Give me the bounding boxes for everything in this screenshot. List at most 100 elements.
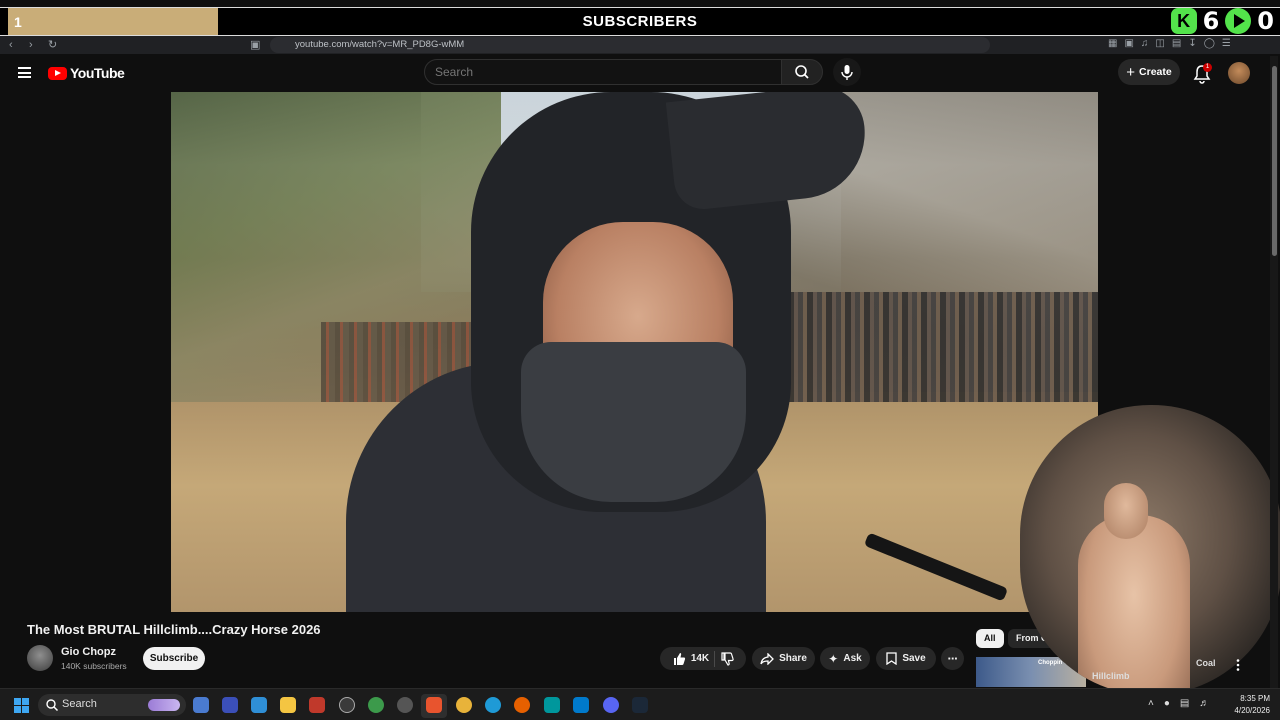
overlay-counters: K 6 0 <box>1170 5 1274 37</box>
chip-all[interactable]: All <box>976 629 1004 648</box>
arduino-icon[interactable] <box>544 697 560 713</box>
taskbar-search-icon <box>46 699 59 712</box>
download-icon[interactable]: ↧ <box>1188 38 1196 49</box>
save-label: Save <box>902 653 926 664</box>
page-scrollbar-thumb[interactable] <box>1272 66 1277 256</box>
overlay-goal-badge: 1 <box>8 8 218 35</box>
share-button[interactable]: Share <box>752 647 815 670</box>
taskbar-app-icon-7[interactable] <box>368 697 384 713</box>
clock-time: 8:35 PM <box>1240 694 1270 703</box>
bookmark-icon[interactable]: ▣ <box>250 36 260 54</box>
address-bar[interactable]: youtube.com/watch?v=MR_PD8G-wMM <box>270 37 990 53</box>
brave-browser-icon[interactable] <box>426 697 442 713</box>
tray-volume-icon[interactable]: ♬ <box>1199 698 1209 709</box>
bookmark-save-icon <box>886 652 897 665</box>
search-icon <box>795 65 809 79</box>
steam-icon[interactable] <box>632 697 648 713</box>
share-label: Share <box>779 653 807 664</box>
browser-toolbar: ‹ › ↻ ▣ youtube.com/watch?v=MR_PD8G-wMM … <box>0 36 1280 54</box>
firefox-icon[interactable] <box>514 697 530 713</box>
chrome-icon[interactable] <box>456 697 472 713</box>
search-box <box>424 59 782 85</box>
taskbar-search[interactable]: Search <box>38 694 186 716</box>
webcam-person-body <box>1078 515 1190 695</box>
like-count[interactable]: 14K <box>691 653 709 664</box>
overlay-counter-a: 6 <box>1202 7 1220 35</box>
video-title: The Most BRUTAL Hillclimb....Crazy Horse… <box>27 622 321 637</box>
recommended-video-title[interactable]: Hillclimb <box>1092 671 1130 681</box>
extension-icons: ▦ ▣ ♫ ◫ ▤ ↧ ◯ ☰ <box>1108 38 1231 49</box>
channel-name[interactable]: Gio Chopz <box>61 646 116 658</box>
hamburger-menu-icon[interactable] <box>18 67 31 78</box>
wallet-icon[interactable]: ▤ <box>1172 38 1181 49</box>
youtube-header: YouTube + Create <box>0 54 1280 92</box>
search-button[interactable] <box>781 59 823 85</box>
like-dislike-group: 14K <box>660 647 746 670</box>
kick-icon: K <box>1170 8 1197 34</box>
tray-chevron-up-icon[interactable]: ˄ <box>1148 698 1154 709</box>
more-actions-button[interactable]: ··· <box>941 647 964 670</box>
vscode-icon[interactable] <box>573 697 589 713</box>
windows-taskbar: Search ˄ ● ▤ ♬ 8:35 PM 4/20/2026 <box>0 688 1280 720</box>
create-button[interactable]: + Create <box>1118 59 1180 85</box>
file-explorer-icon[interactable] <box>280 697 296 713</box>
sidebar-icon[interactable]: ◫ <box>1155 38 1164 49</box>
youtube-logo-text: YouTube <box>70 65 125 81</box>
clock-app-icon[interactable] <box>339 697 355 713</box>
video-helmet-chin-guard <box>521 342 746 502</box>
screenshot-icon[interactable]: ▣ <box>1124 38 1133 49</box>
webcam-person-head <box>1104 483 1148 539</box>
taskbar-app-icon-2[interactable] <box>222 697 238 713</box>
back-icon[interactable]: ‹ <box>9 36 13 54</box>
overlay-goal-count: 1 <box>14 14 22 30</box>
share-icon <box>760 652 775 665</box>
taskbar-app-icon-1[interactable] <box>193 697 209 713</box>
discord-icon[interactable] <box>603 697 619 713</box>
stream-overlay-bar: 1 SUBSCRIBERS K 6 0 <box>0 7 1280 36</box>
forward-icon[interactable]: › <box>29 36 33 54</box>
save-button[interactable]: Save <box>876 647 936 670</box>
user-avatar[interactable] <box>1228 62 1250 84</box>
shield-icon[interactable]: ◯ <box>1204 38 1215 49</box>
microphone-icon <box>841 65 853 80</box>
puzzle-icon[interactable]: ▦ <box>1108 38 1117 49</box>
youtube-logo[interactable]: YouTube <box>48 65 125 81</box>
like-divider <box>714 650 716 667</box>
ask-label: Ask <box>843 653 862 664</box>
system-tray: ˄ ● ▤ ♬ <box>1148 698 1209 709</box>
notification-badge: 1 <box>1203 63 1212 72</box>
search-input[interactable] <box>435 65 765 79</box>
play-icon <box>1225 8 1252 34</box>
voice-search-button[interactable] <box>833 58 861 86</box>
thumbs-down-icon[interactable] <box>720 651 734 666</box>
overlay-title: SUBSCRIBERS <box>582 13 698 30</box>
thumbs-up-icon[interactable] <box>672 652 686 666</box>
taskbar-search-label: Search <box>62 698 97 710</box>
edge-icon[interactable] <box>485 697 501 713</box>
channel-avatar[interactable] <box>27 645 53 671</box>
reload-icon[interactable]: ↻ <box>48 36 57 54</box>
sparkle-icon: ✦ <box>828 651 839 666</box>
screen: 1 SUBSCRIBERS K 6 0 ‹ › ↻ ▣ youtube.com/… <box>0 0 1280 720</box>
clock-date: 4/20/2026 <box>1234 706 1270 715</box>
overlay-counter-b: 0 <box>1257 7 1274 35</box>
streamer-webcam-overlay <box>1020 405 1280 695</box>
url-text: youtube.com/watch?v=MR_PD8G-wMM <box>295 39 465 50</box>
youtube-play-icon <box>48 66 67 80</box>
music-icon[interactable]: ♫ <box>1141 38 1149 49</box>
recommended-video-title-end[interactable]: Coal <box>1196 658 1216 668</box>
kebab-menu-icon[interactable] <box>1233 658 1243 672</box>
taskbar-clock[interactable]: 8:35 PM 4/20/2026 <box>1226 693 1270 717</box>
video-player[interactable] <box>171 92 1098 612</box>
browser-menu-icon[interactable]: ☰ <box>1222 38 1231 49</box>
ask-button[interactable]: ✦ Ask <box>820 647 870 670</box>
taskbar-app-icon-8[interactable] <box>397 697 413 713</box>
windows-start-icon[interactable] <box>14 698 29 713</box>
create-label: Create <box>1139 66 1172 78</box>
taskbar-app-icon-3[interactable] <box>251 697 267 713</box>
search-highlight-icon <box>148 699 180 711</box>
taskbar-app-icon-5[interactable] <box>309 697 325 713</box>
tray-network-icon[interactable]: ▤ <box>1180 698 1189 709</box>
tray-mic-icon[interactable]: ● <box>1164 698 1170 709</box>
subscribe-button[interactable]: Subscribe <box>143 647 205 670</box>
